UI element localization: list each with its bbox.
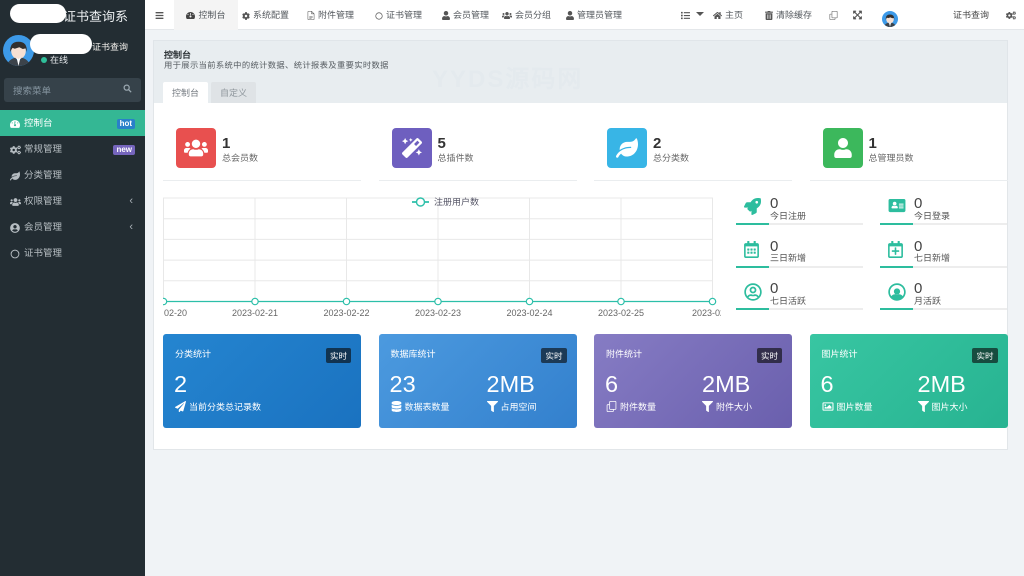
svg-text:2023-02-22: 2023-02-22 bbox=[323, 306, 369, 318]
svg-text:2023-02-26: 2023-02-26 bbox=[692, 306, 721, 318]
svg-text:注册用户数: 注册用户数 bbox=[434, 195, 479, 208]
svg-text:2023-02-21: 2023-02-21 bbox=[232, 306, 278, 318]
svg-text:2023-02-25: 2023-02-25 bbox=[598, 306, 644, 318]
svg-text:2023-02-23: 2023-02-23 bbox=[415, 306, 461, 318]
svg-text:02-20: 02-20 bbox=[164, 306, 187, 318]
svg-text:2023-02-24: 2023-02-24 bbox=[506, 306, 552, 318]
